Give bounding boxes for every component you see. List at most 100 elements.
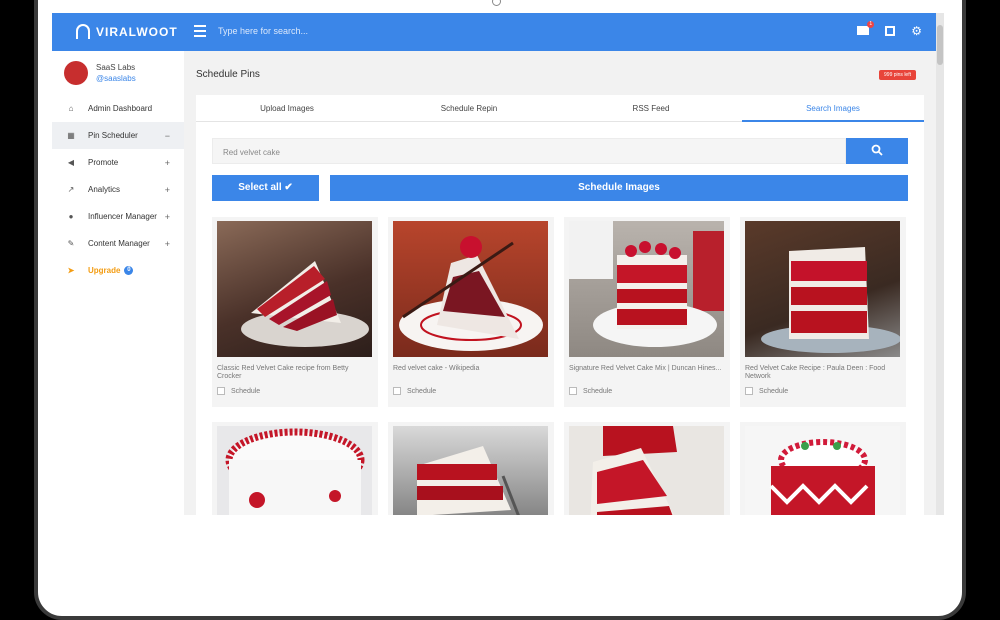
sidebar-item-label: Influencer Manager	[88, 212, 157, 221]
main-content: Schedule Pins 999 pins left Upload Image…	[184, 51, 928, 515]
cake-slice-graphic	[569, 221, 724, 347]
schedule-images-button[interactable]: Schedule Images	[330, 175, 908, 201]
sidebar-item-pin-scheduler[interactable]: ▦ Pin Scheduler −	[52, 122, 184, 149]
expand-icon: +	[164, 157, 170, 168]
upgrade-badge: 0	[124, 266, 134, 275]
cake-whole-graphic	[225, 428, 365, 515]
cake-image[interactable]	[569, 426, 724, 515]
cake-slice-graphic	[417, 446, 520, 515]
cake-slice-graphic	[399, 236, 543, 351]
mail-icon[interactable]: 1	[857, 21, 875, 35]
home-icon: ⌂	[68, 104, 74, 113]
scrollbar-thumb[interactable]	[937, 25, 943, 65]
profile-card[interactable]: SaaS Labs @saaslabs	[52, 51, 184, 95]
pins-left-badge: 999 pins left	[879, 70, 916, 80]
app-logo[interactable]: VIRALWOOT	[76, 24, 178, 39]
sidebar-item-promote[interactable]: ◀ Promote +	[52, 149, 184, 176]
app-name: VIRALWOOT	[96, 24, 178, 39]
menu-toggle-icon[interactable]	[194, 25, 206, 40]
sidebar-item-admin-dashboard[interactable]: ⌂ Admin Dashboard	[52, 95, 184, 122]
schedule-label: Schedule	[759, 387, 789, 395]
checkbox-box[interactable]	[569, 387, 577, 395]
cake-image[interactable]	[393, 221, 548, 357]
expand-icon: +	[164, 211, 170, 222]
schedule-checkbox[interactable]: Schedule	[217, 387, 260, 395]
mail-badge: 1	[867, 21, 875, 28]
expand-icon: +	[164, 238, 170, 249]
cake-image[interactable]	[569, 221, 724, 357]
edit-icon: ✎	[67, 239, 75, 248]
top-navbar: VIRALWOOT Type here for search... 1 ⚙	[52, 13, 936, 51]
megaphone-icon: ◀	[67, 158, 75, 167]
result-tile[interactable]	[740, 422, 906, 515]
checkbox-box[interactable]	[217, 387, 225, 395]
search-icon	[871, 144, 883, 156]
search-button[interactable]	[846, 138, 908, 164]
tab-schedule-repin[interactable]: Schedule Repin	[378, 104, 560, 113]
cake-image[interactable]	[393, 426, 548, 515]
sidebar: SaaS Labs @saaslabs ⌂ Admin Dashboard ▦ …	[52, 51, 184, 515]
fullscreen-icon[interactable]	[885, 26, 896, 36]
chart-icon: ↗	[67, 185, 75, 194]
checkbox-box[interactable]	[393, 387, 401, 395]
page-scrollbar[interactable]	[936, 13, 944, 515]
result-tile[interactable]: Classic Red Velvet Cake recipe from Bett…	[212, 217, 378, 407]
sidebar-item-analytics[interactable]: ↗ Analytics +	[52, 176, 184, 203]
result-caption: Red Velvet Cake Recipe : Paula Deen : Fo…	[745, 365, 886, 380]
select-all-button[interactable]: Select all ✔	[212, 175, 319, 201]
cake-slice-graphic	[241, 261, 369, 347]
sidebar-item-label: Upgrade	[88, 266, 121, 275]
sidebar-item-label: Content Manager	[88, 239, 150, 248]
result-caption: Red velvet cake - Wikipedia	[393, 365, 480, 372]
sidebar-item-upgrade[interactable]: ➤ Upgrade 0	[52, 257, 184, 284]
active-tab-indicator	[742, 120, 924, 122]
profile-name: SaaS Labs	[96, 63, 136, 72]
result-tile[interactable]: Signature Red Velvet Cake Mix | Duncan H…	[564, 217, 730, 407]
schedule-card: Upload Images Schedule Repin RSS Feed Se…	[196, 95, 924, 515]
rocket-icon: ➤	[67, 266, 75, 275]
result-tile[interactable]: Red velvet cake - Wikipedia Schedule	[388, 217, 554, 407]
tab-bar: Upload Images Schedule Repin RSS Feed Se…	[196, 95, 924, 122]
result-caption: Classic Red Velvet Cake recipe from Bett…	[217, 365, 349, 380]
result-tile[interactable]	[564, 422, 730, 515]
result-tile[interactable]	[212, 422, 378, 515]
sidebar-item-label: Pin Scheduler	[88, 131, 138, 140]
gear-icon[interactable]: ⚙	[911, 24, 922, 38]
users-icon: ●	[68, 212, 74, 221]
tab-upload-images[interactable]: Upload Images	[196, 104, 378, 113]
schedule-checkbox[interactable]: Schedule	[745, 387, 788, 395]
app-screen: VIRALWOOT Type here for search... 1 ⚙ Sa…	[52, 13, 944, 515]
avatar	[64, 61, 88, 85]
tab-rss-feed[interactable]: RSS Feed	[560, 104, 742, 113]
sidebar-item-label: Promote	[88, 158, 119, 167]
result-tile[interactable]: Red Velvet Cake Recipe : Paula Deen : Fo…	[740, 217, 906, 407]
profile-username: @saaslabs	[96, 74, 136, 83]
tab-search-images[interactable]: Search Images	[742, 104, 924, 113]
sidebar-item-influencer-manager[interactable]: ● Influencer Manager +	[52, 203, 184, 230]
cake-image[interactable]	[217, 221, 372, 357]
result-caption: Signature Red Velvet Cake Mix | Duncan H…	[569, 365, 722, 372]
sidebar-item-label: Analytics	[88, 185, 121, 194]
schedule-label: Schedule	[231, 387, 261, 395]
sidebar-item-label: Admin Dashboard	[88, 104, 153, 113]
expand-icon: +	[164, 184, 170, 195]
sidebar-item-content-manager[interactable]: ✎ Content Manager +	[52, 230, 184, 257]
page-title: Schedule Pins	[196, 69, 260, 80]
cake-slice-graphic	[761, 247, 900, 353]
schedule-checkbox[interactable]: Schedule	[393, 387, 436, 395]
result-tile[interactable]	[388, 422, 554, 515]
collapse-icon: −	[164, 130, 170, 141]
cake-image[interactable]	[745, 221, 900, 357]
logo-icon	[76, 24, 90, 39]
image-search-input[interactable]: Red velvet cake	[212, 138, 846, 164]
schedule-label: Schedule	[407, 387, 437, 395]
checkbox-box[interactable]	[745, 387, 753, 395]
cake-image[interactable]	[745, 426, 900, 515]
cake-image[interactable]	[217, 426, 372, 515]
cake-whole-graphic	[769, 439, 875, 515]
global-search-input[interactable]: Type here for search...	[218, 26, 308, 36]
calendar-icon: ▦	[67, 131, 75, 140]
schedule-label: Schedule	[583, 387, 613, 395]
cake-slice-graphic	[590, 426, 677, 515]
schedule-checkbox[interactable]: Schedule	[569, 387, 612, 395]
